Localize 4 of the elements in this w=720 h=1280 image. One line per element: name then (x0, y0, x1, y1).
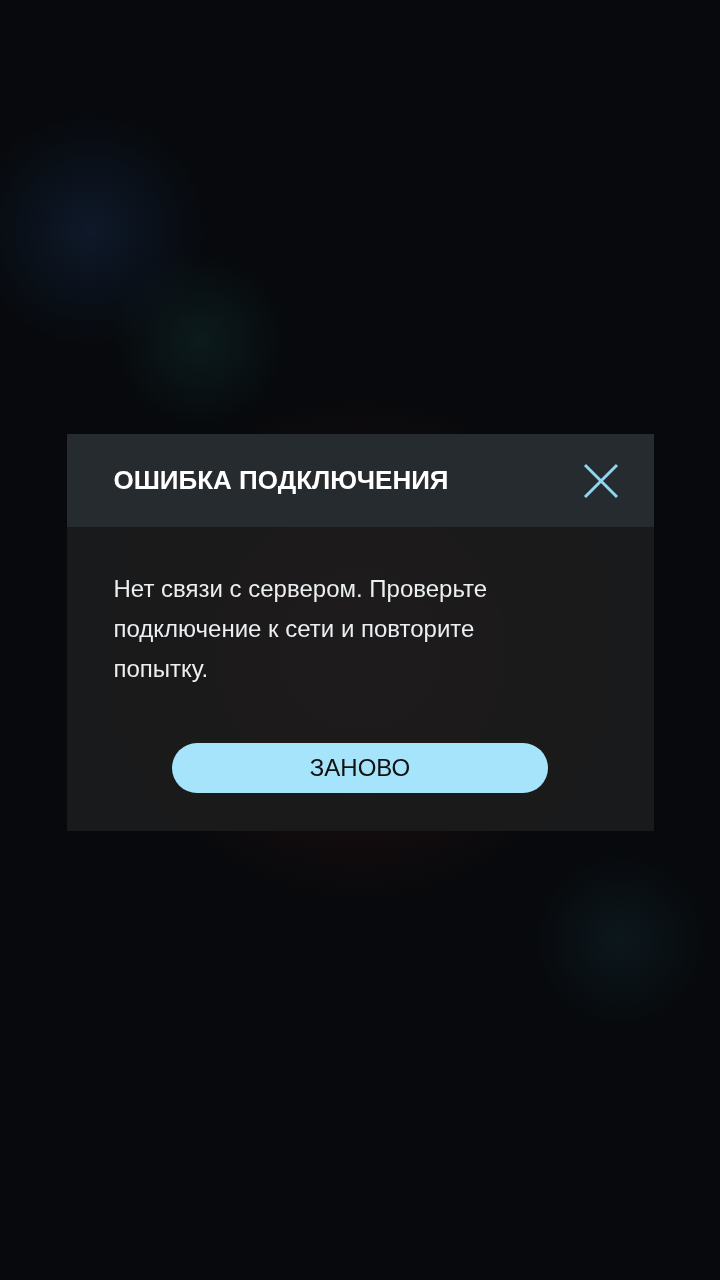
error-message: Нет связи с сервером. Проверьте подключение к сети и повторите попытку. (113, 574, 489, 684)
close-icon[interactable] (582, 462, 619, 499)
retry-button[interactable]: ЗАНОВО (172, 743, 548, 793)
dialog-title: ОШИБКА ПОДКЛЮЧЕНИЯ (113, 465, 449, 496)
